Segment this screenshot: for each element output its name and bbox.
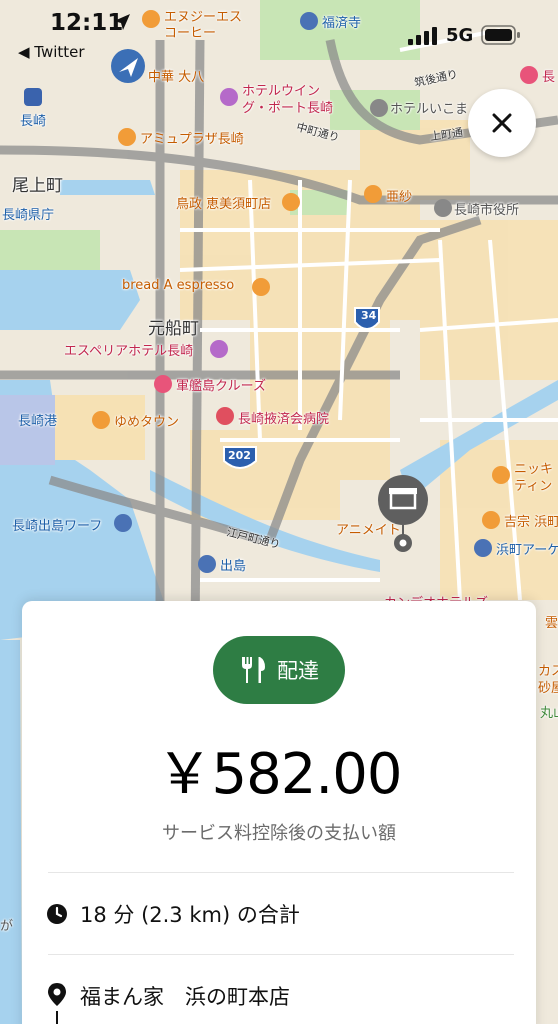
yoshiya-poi-icon[interactable] [482, 511, 500, 529]
map-label-hamamachi-arcade[interactable]: 浜町アーケ [496, 539, 558, 558]
screen: エヌジーエス コーヒー 福済寺 長崎 中華 大八 ホテルウイン グ・ポート長崎 … [0, 0, 558, 1024]
map-label-gunkanjima[interactable]: 軍艦島クルーズ [176, 375, 266, 394]
amiya-poi-icon[interactable] [364, 185, 382, 203]
map-label-yoshiya[interactable]: 吉宗 浜町 [504, 511, 558, 530]
location-arrow-icon [113, 13, 131, 35]
map-label-kasu-2: 砂屋 [538, 681, 558, 696]
hospital-poi-icon[interactable] [216, 407, 234, 425]
city-hall-poi-icon[interactable] [434, 199, 452, 217]
back-to-app-link[interactable]: ◀ Twitter [18, 43, 85, 61]
network-type-label: 5G [446, 25, 474, 46]
arcade-poi-icon[interactable] [474, 539, 492, 557]
map-label-amu-plaza[interactable]: アミュプラザ長崎 [140, 128, 244, 147]
map-label-nagasaki-station[interactable]: 長崎 [20, 110, 46, 129]
trip-duration-row: 18 分 (2.3 km) の合計 [46, 899, 300, 929]
route-line [56, 1011, 58, 1024]
map-label-city-hall[interactable]: 長崎市役所 [454, 199, 519, 218]
hotel-poi-icon[interactable] [220, 88, 238, 106]
map-label-dejima-wharf[interactable]: 長崎出島ワーフ [12, 515, 102, 534]
pickup-location-row: 福まん家 浜の町本店 [46, 981, 290, 1011]
map-label-hotel-wing-2: グ・ポート長崎 [242, 101, 334, 116]
route-34-label: 34 [361, 309, 377, 322]
battery-icon [481, 25, 521, 49]
pickup-store-name: 福まん家 浜の町本店 [80, 985, 290, 1009]
map-label-motofuna-machi: 元船町 [148, 319, 199, 339]
map-label-partial-left: が [0, 919, 14, 934]
map-label-bread-espresso[interactable]: bread A espresso [122, 278, 234, 293]
card-divider [48, 872, 514, 873]
map-label-torimasa[interactable]: 鳥政 恵美須町店 [176, 193, 271, 212]
map-label-dejima[interactable]: 出島 [220, 555, 246, 574]
map-label-nikki-2: ティン [514, 479, 553, 494]
map-label-kumo: 雲 [545, 616, 558, 631]
shopping-poi-icon[interactable] [118, 128, 136, 146]
bread-poi-icon[interactable] [252, 278, 270, 296]
hotel-ikoma-poi-icon[interactable] [370, 99, 388, 117]
map-label-maru: 丸山 [540, 706, 558, 721]
station-icon[interactable] [24, 88, 42, 106]
delivery-badge: 配達 [213, 636, 345, 704]
map-label-hotel-ikoma[interactable]: ホテルいこま [390, 98, 468, 117]
fork-knife-icon [242, 657, 265, 683]
nikki-poi-icon[interactable] [492, 466, 510, 484]
map-label-youme-town[interactable]: ゆめタウン [114, 411, 179, 430]
restaurant-poi-icon[interactable] [282, 193, 300, 211]
status-bar: 12:11 ◀ Twitter 5G [0, 0, 558, 70]
map-label-pref-office[interactable]: 長崎県庁 [2, 204, 54, 223]
map-label-onoue-machi: 尾上町 [12, 176, 63, 196]
map-label-animate[interactable]: アニメイト [336, 519, 401, 538]
close-button[interactable] [468, 89, 536, 157]
hotel-esperia-poi-icon[interactable] [210, 340, 228, 358]
payout-subtitle: サービス料控除後の支払い額 [162, 823, 396, 844]
delivery-offer-card: 配達 ￥582.00 サービス料控除後の支払い額 18 分 (2.3 km) の… [22, 601, 536, 1024]
location-pin-icon [48, 983, 66, 1006]
map-label-saiseikai[interactable]: 長崎掖済会病院 [238, 408, 329, 427]
cruise-poi-icon[interactable] [154, 375, 172, 393]
route-202-label: 202 [228, 449, 251, 462]
youme-poi-icon[interactable] [92, 411, 110, 429]
map-label-hotel-esperia[interactable]: エスペリアホテル長崎 [64, 340, 193, 359]
close-icon [492, 113, 512, 133]
cellular-signal-icon [408, 27, 438, 49]
payout-amount: ￥582.00 [156, 742, 403, 807]
card-divider-2 [48, 954, 514, 955]
clock-icon [47, 904, 67, 924]
delivery-badge-label: 配達 [277, 659, 319, 683]
dejima-poi-icon[interactable] [198, 555, 216, 573]
map-label-nagasaki-port[interactable]: 長崎港 [18, 410, 57, 429]
map-label-amiya[interactable]: 亜紗 [386, 186, 412, 205]
wharf-poi-icon[interactable] [114, 514, 132, 532]
trip-duration-text: 18 分 (2.3 km) の合計 [80, 903, 300, 927]
